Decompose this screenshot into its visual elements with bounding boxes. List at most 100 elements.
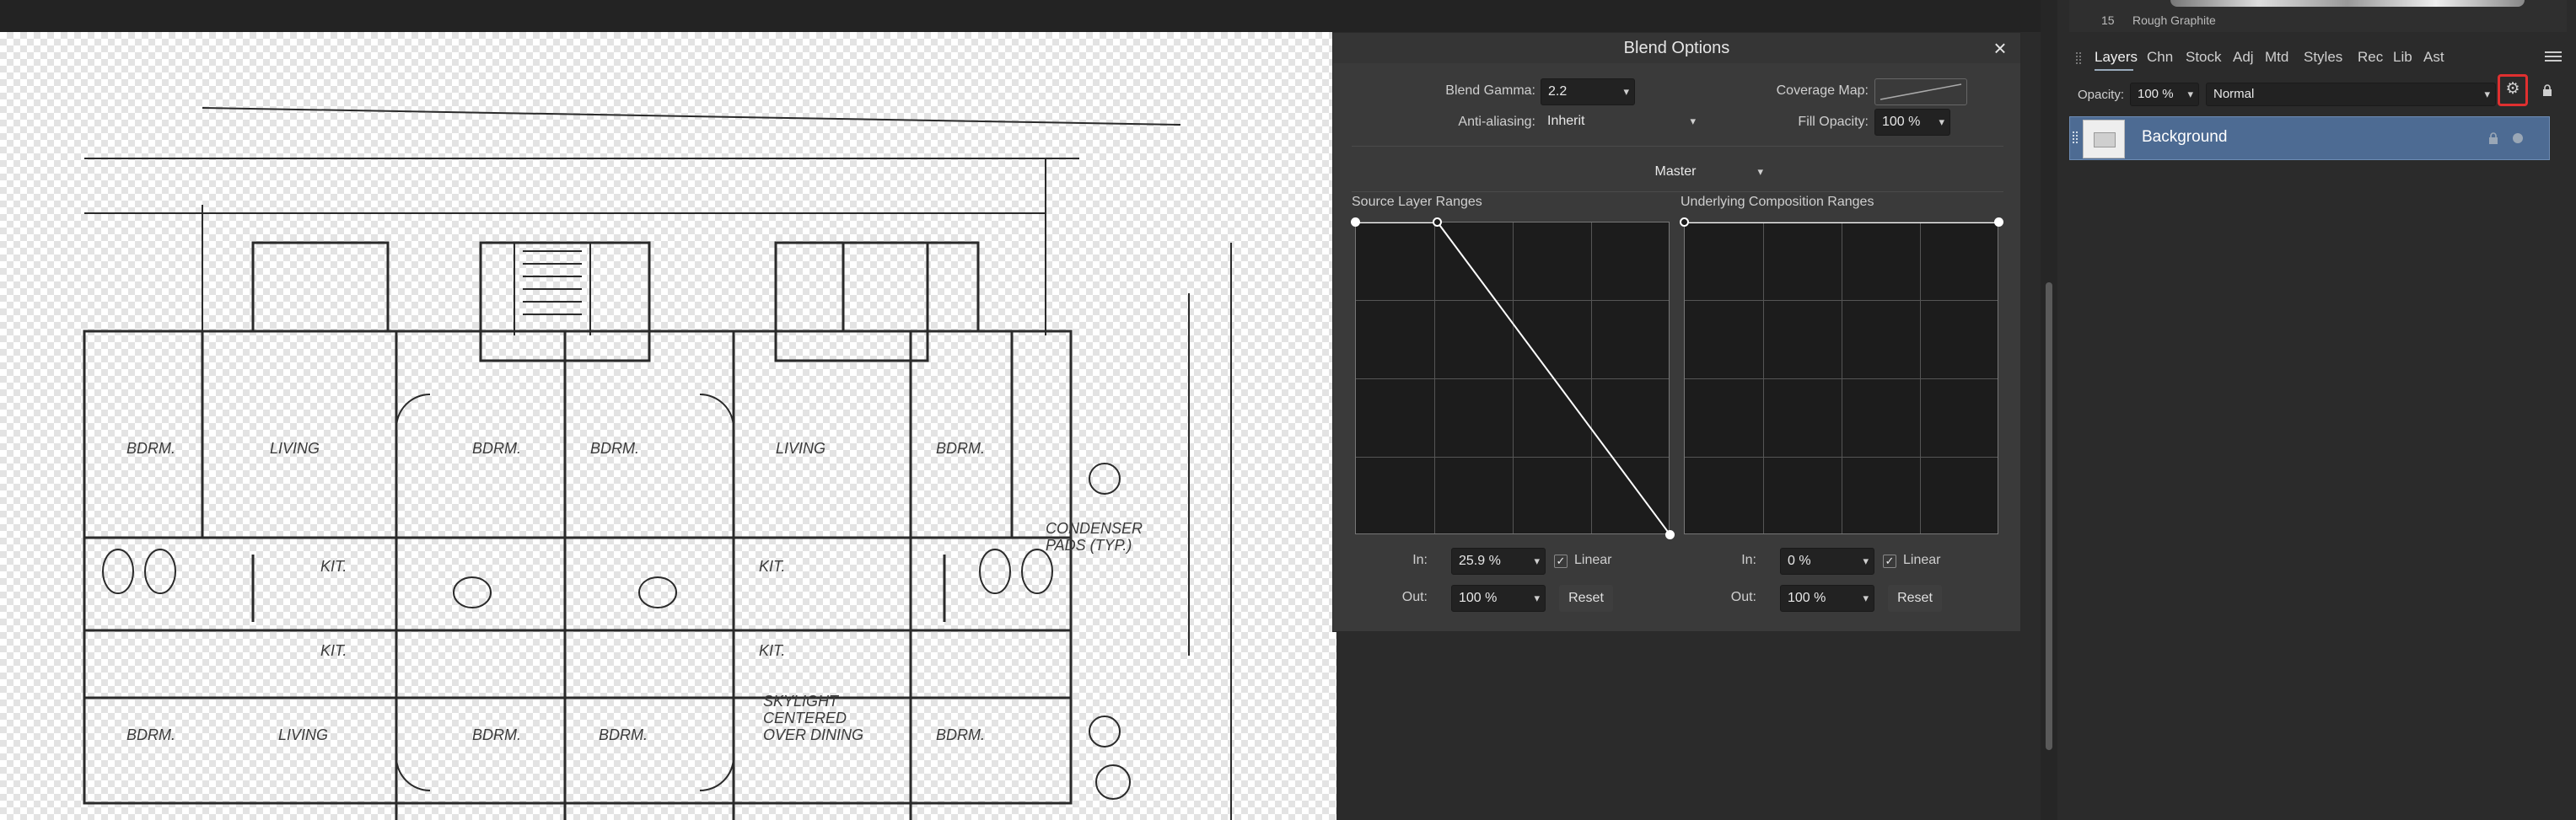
- chevron-down-icon: ▾: [1623, 85, 1629, 98]
- blend-gamma-value: 2.2: [1548, 84, 1568, 99]
- top-toolbar: [0, 0, 2041, 32]
- underlying-curve-handle[interactable]: [1994, 217, 2003, 227]
- anti-aliasing-label: Anti-aliasing:: [1458, 115, 1535, 129]
- source-linear-checkbox[interactable]: ✓: [1554, 555, 1568, 568]
- studio-tabs: Layers Chn Stock Adj Mtd Styles Rec Lib …: [2069, 44, 2541, 71]
- channel-value: Master: [1654, 164, 1697, 179]
- source-ranges-graph[interactable]: [1355, 222, 1670, 535]
- chevron-down-icon: ▾: [1534, 555, 1540, 567]
- source-curve-handle[interactable]: [1665, 530, 1675, 539]
- tab-layers[interactable]: Layers: [2095, 44, 2138, 71]
- underlying-in-field[interactable]: 0 % ▾: [1780, 548, 1874, 575]
- coverage-map-curve-icon: [1880, 83, 1962, 100]
- underlying-in-value: 0 %: [1788, 554, 1811, 568]
- layer-thumbnail: [2083, 120, 2125, 158]
- tab-adjustments[interactable]: Adj: [2233, 44, 2254, 71]
- channel-dropdown[interactable]: Master ▾: [1600, 159, 1768, 186]
- source-out-field[interactable]: 100 % ▾: [1451, 585, 1546, 612]
- svg-text:BDRM.: BDRM.: [472, 726, 521, 743]
- anti-aliasing-value: Inherit: [1547, 114, 1585, 128]
- svg-text:KIT.: KIT.: [759, 642, 785, 659]
- brush-preview[interactable]: 15 Rough Graphite: [2069, 0, 2567, 32]
- svg-text:PADS (TYP.): PADS (TYP.): [1046, 537, 1132, 554]
- layer-name: Background: [2142, 128, 2228, 146]
- underlying-out-field[interactable]: 100 % ▾: [1780, 585, 1874, 612]
- active-tab-indicator: [2095, 69, 2133, 71]
- underlying-out-label: Out:: [1730, 590, 1756, 604]
- underlying-out-value: 100 %: [1788, 591, 1826, 605]
- tab-library[interactable]: Lib: [2393, 44, 2412, 71]
- underlying-linear-checkbox[interactable]: ✓: [1883, 555, 1896, 568]
- underlying-in-label: In:: [1741, 553, 1756, 567]
- divider: [1352, 191, 2003, 192]
- source-curve: [1356, 222, 1670, 535]
- source-curve-handle[interactable]: [1351, 217, 1360, 227]
- hamburger-menu-icon[interactable]: [2545, 49, 2562, 64]
- lock-icon[interactable]: [2487, 132, 2499, 144]
- blend-mode-dropdown[interactable]: Normal ▾: [2206, 83, 2496, 106]
- blend-gamma-dropdown[interactable]: 2.2 ▾: [1541, 78, 1635, 105]
- source-in-value: 25.9 %: [1459, 554, 1501, 568]
- scrollbar-thumb[interactable]: [2046, 282, 2052, 750]
- underlying-ranges-graph[interactable]: [1684, 222, 1999, 534]
- svg-text:BDRM.: BDRM.: [126, 726, 175, 743]
- layer-grip-icon[interactable]: [2073, 131, 2078, 143]
- dialog-title: Blend Options: [1333, 33, 2020, 63]
- source-ranges-title: Source Layer Ranges: [1352, 195, 1482, 209]
- fill-opacity-label: Fill Opacity:: [1798, 115, 1869, 129]
- source-reset-button[interactable]: Reset: [1559, 585, 1613, 612]
- svg-text:BDRM.: BDRM.: [472, 440, 521, 457]
- chevron-down-icon: ▾: [1863, 555, 1869, 567]
- underlying-curve-handle[interactable]: [1680, 217, 1689, 227]
- svg-text:BDRM.: BDRM.: [590, 440, 639, 457]
- tab-metadata[interactable]: Mtd: [2265, 44, 2288, 71]
- source-in-label: In:: [1412, 553, 1428, 567]
- underlying-ranges-title: Underlying Composition Ranges: [1681, 195, 1874, 209]
- svg-text:BDRM.: BDRM.: [936, 726, 985, 743]
- tab-recorder[interactable]: Rec: [2358, 44, 2383, 71]
- svg-text:LIVING: LIVING: [270, 440, 320, 457]
- svg-text:KIT.: KIT.: [320, 558, 347, 575]
- lock-icon[interactable]: [2541, 84, 2553, 96]
- svg-text:OVER DINING: OVER DINING: [763, 726, 863, 743]
- anti-aliasing-dropdown[interactable]: Inherit ▾: [1541, 109, 1701, 136]
- svg-text:BDRM.: BDRM.: [126, 440, 175, 457]
- tab-assets[interactable]: Ast: [2423, 44, 2444, 71]
- brush-number: 15: [2101, 13, 2115, 27]
- svg-text:KIT.: KIT.: [759, 558, 785, 575]
- blend-gamma-label: Blend Gamma:: [1445, 83, 1535, 98]
- opacity-label: Opacity:: [2078, 88, 2125, 102]
- underlying-reset-button[interactable]: Reset: [1888, 585, 1942, 612]
- chevron-down-icon: ▾: [1939, 115, 1944, 128]
- source-curve-handle[interactable]: [1433, 217, 1442, 227]
- floor-plan-drawing: BDRM. LIVING BDRM. BDRM. LIVING BDRM. KI…: [83, 107, 1232, 820]
- layer-visibility-icon[interactable]: [2513, 133, 2523, 143]
- gear-icon[interactable]: ⚙: [2505, 81, 2520, 97]
- blend-options-dialog: Blend Options × Blend Gamma: 2.2 ▾ Cover…: [1332, 32, 2021, 632]
- opacity-value: 100 %: [2138, 87, 2174, 101]
- fill-opacity-value: 100 %: [1882, 115, 1921, 129]
- underlying-curve: [1685, 222, 1999, 223]
- right-studio-panel: 15 Rough Graphite Layers Chn Stock Adj M…: [2057, 0, 2576, 820]
- chevron-down-icon: ▾: [2484, 88, 2490, 100]
- tab-styles[interactable]: Styles: [2304, 44, 2342, 71]
- coverage-map-button[interactable]: [1874, 78, 1967, 105]
- brush-stroke-preview: [2170, 0, 2525, 7]
- divider: [1352, 146, 2003, 147]
- underlying-linear-label: Linear: [1903, 553, 1941, 567]
- chevron-down-icon: ▾: [1757, 165, 1763, 178]
- svg-text:LIVING: LIVING: [776, 440, 826, 457]
- tab-stock[interactable]: Stock: [2186, 44, 2222, 71]
- svg-text:BDRM.: BDRM.: [936, 440, 985, 457]
- canvas-vertical-scrollbar[interactable]: [2041, 0, 2057, 820]
- opacity-dropdown[interactable]: 100 % ▾: [2130, 83, 2199, 106]
- svg-text:KIT.: KIT.: [320, 642, 347, 659]
- document-canvas[interactable]: BDRM. LIVING BDRM. BDRM. LIVING BDRM. KI…: [0, 32, 1336, 820]
- tab-channels[interactable]: Chn: [2147, 44, 2173, 71]
- close-icon[interactable]: ×: [1988, 36, 2012, 60]
- brush-name: Rough Graphite: [2132, 13, 2216, 27]
- source-in-field[interactable]: 25.9 % ▾: [1451, 548, 1546, 575]
- fill-opacity-dropdown[interactable]: 100 % ▾: [1874, 109, 1950, 136]
- blend-mode-value: Normal: [2213, 87, 2255, 101]
- svg-text:BDRM.: BDRM.: [599, 726, 648, 743]
